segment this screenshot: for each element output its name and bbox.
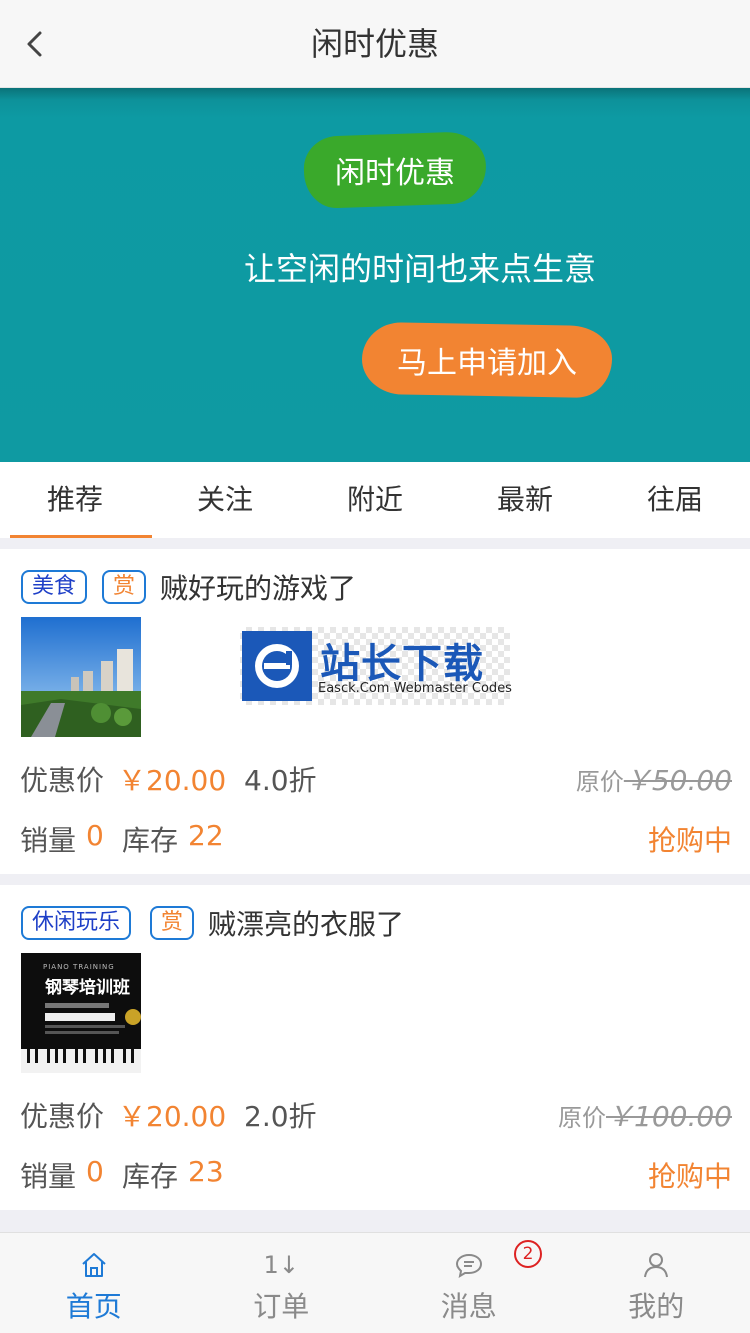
tab-past[interactable]: 往届 [600,462,750,538]
nav-orders[interactable]: 1↓ 订单 [188,1233,376,1333]
category-tag: 休闲玩乐 [21,906,132,940]
banner-shadow [0,88,750,100]
logo-mark-icon [242,631,312,701]
bottom-tab-bar: 首页 1↓ 订单 消息 我的 [0,1232,750,1333]
deal-title: 贼漂亮的衣服了 [208,908,405,941]
nav-profile[interactable]: 我的 [563,1233,750,1333]
nav-home-label: 首页 [65,1290,122,1323]
chat-bubble-icon [451,1247,487,1283]
stock-count: 22 [188,819,224,852]
stock-row: 销量 0 库存 22 抢购中 [20,817,732,857]
original-price: 原价￥100.00 [558,1095,732,1135]
nav-orders-label: 订单 [253,1290,310,1323]
banner-slogan: 让空闲的时间也来点生意 [243,250,596,288]
original-price-label: 原价 [558,1104,607,1132]
category-tabs: 推荐 关注 附近 最新 往届 [0,462,750,538]
user-icon [638,1247,674,1283]
message-count-badge: 2 [514,1240,542,1268]
stock-label: 库存 [122,824,179,857]
tab-nearby[interactable]: 附近 [300,462,450,538]
original-price: 原价￥50.00 [576,759,732,799]
tab-following[interactable]: 关注 [150,462,300,538]
buy-now-status[interactable]: 抢购中 [648,1155,732,1195]
reward-tag: 赏 [150,906,195,940]
page-title: 闲时优惠 [310,25,439,63]
buy-now-status[interactable]: 抢购中 [648,819,732,859]
stock-count: 23 [188,1155,224,1188]
deal-thumbnail[interactable]: PIANO TRAINING 钢琴培训班 [21,953,141,1073]
deal-card[interactable]: 美食 赏 贼好玩的游戏了 站长下载 Easck.Com Webmaster Co… [0,549,750,874]
promo-banner[interactable]: 闲时优惠 让空闲的时间也来点生意 马上申请加入 [0,88,750,462]
nav-home[interactable]: 首页 [0,1233,188,1333]
piano-keys-image [21,1003,141,1073]
discount-price: ￥20.00 [118,1100,227,1133]
discount-price: ￥20.00 [118,764,227,797]
city-park-image [21,617,141,737]
price-row: 优惠价 ￥20.00 2.0折 原价￥100.00 [20,1093,732,1133]
tab-recommend[interactable]: 推荐 [0,462,152,538]
stock-label: 库存 [122,1160,179,1193]
price-row: 优惠价 ￥20.00 4.0折 原价￥50.00 [20,757,732,797]
sales-count: 0 [86,1155,104,1188]
banner-badge: 闲时优惠 [302,130,488,210]
watermark-en: Easck.Com Webmaster Codes [318,681,512,696]
sales-label: 销量 [20,1160,77,1193]
watermark-logo: 站长下载 Easck.Com Webmaster Codes [240,627,512,705]
apply-join-label: 马上申请加入 [397,346,577,381]
sales-label: 销量 [20,824,77,857]
original-price-value: ￥50.00 [623,764,732,797]
tab-latest[interactable]: 最新 [450,462,600,538]
home-icon [76,1247,112,1283]
discount-rate: 4.0折 [244,764,317,797]
top-nav-bar: 闲时优惠 [0,0,750,88]
price-label: 优惠价 [20,1100,105,1133]
nav-profile-label: 我的 [628,1290,685,1323]
price-label: 优惠价 [20,764,105,797]
original-price-value: ￥100.00 [606,1100,732,1133]
stock-row: 销量 0 库存 23 抢购中 [20,1153,732,1193]
category-tag: 美食 [21,570,88,604]
nav-messages-label: 消息 [440,1290,497,1323]
deal-title: 贼好玩的游戏了 [160,572,357,605]
original-price-label: 原价 [575,768,624,796]
banner-badge-label: 闲时优惠 [335,156,455,191]
sales-count: 0 [86,819,104,852]
discount-rate: 2.0折 [244,1100,317,1133]
sort-arrows-icon: 1↓ [263,1251,299,1279]
deal-card[interactable]: 休闲玩乐 赏 贼漂亮的衣服了 PIANO TRAINING 钢琴培训班 优惠价 … [0,885,750,1210]
apply-join-button[interactable]: 马上申请加入 [361,321,613,399]
deal-thumbnail[interactable] [21,617,141,737]
reward-tag: 赏 [102,570,147,604]
